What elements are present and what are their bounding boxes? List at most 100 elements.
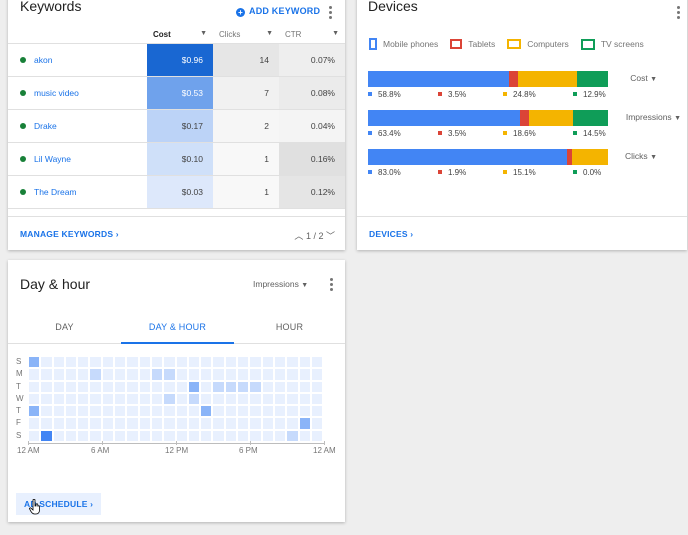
heatmap-cell[interactable] bbox=[273, 380, 287, 393]
heatmap-cell[interactable] bbox=[237, 380, 250, 393]
heatmap-cell[interactable] bbox=[200, 380, 213, 393]
heatmap-cell[interactable] bbox=[114, 356, 127, 369]
heatmap-cell[interactable] bbox=[28, 368, 41, 381]
heatmap-cell[interactable] bbox=[89, 429, 102, 443]
heatmap-cell[interactable] bbox=[64, 405, 78, 418]
heatmap-cell[interactable] bbox=[114, 368, 127, 381]
heatmap-cell[interactable] bbox=[212, 405, 225, 418]
heatmap-cell[interactable] bbox=[150, 368, 164, 381]
heatmap-cell[interactable] bbox=[89, 380, 102, 393]
heatmap-cell[interactable] bbox=[273, 405, 287, 418]
heatmap-cell[interactable] bbox=[138, 392, 151, 406]
heatmap-cell[interactable] bbox=[114, 380, 127, 393]
heatmap-cell[interactable] bbox=[150, 417, 164, 430]
heatmap-cell[interactable] bbox=[200, 392, 213, 406]
heatmap-cell[interactable] bbox=[286, 405, 299, 418]
heatmap-cell[interactable] bbox=[150, 380, 164, 393]
heatmap-cell[interactable] bbox=[101, 368, 115, 381]
heatmap-cell[interactable] bbox=[298, 417, 311, 430]
heatmap-cell[interactable] bbox=[249, 405, 262, 418]
heatmap-cell[interactable] bbox=[40, 380, 53, 393]
tab-day-hour[interactable]: DAY & HOUR bbox=[121, 322, 234, 332]
heatmap-cell[interactable] bbox=[273, 356, 287, 369]
table-row[interactable]: akon $0.96 14 0.07% bbox=[8, 43, 345, 77]
heatmap-cell[interactable] bbox=[126, 368, 139, 381]
keyword-cell[interactable]: Lil Wayne bbox=[8, 142, 147, 176]
heatmap-cell[interactable] bbox=[261, 405, 274, 418]
heatmap-cell[interactable] bbox=[64, 380, 78, 393]
heatmap-cell[interactable] bbox=[64, 392, 78, 406]
table-row[interactable]: The Dream $0.03 1 0.12% bbox=[8, 175, 345, 209]
heatmap-cell[interactable] bbox=[224, 392, 238, 406]
heatmap-cell[interactable] bbox=[249, 368, 262, 381]
heatmap-cell[interactable] bbox=[298, 380, 311, 393]
add-keyword-button[interactable]: + ADD KEYWORD bbox=[236, 6, 320, 17]
heatmap-cell[interactable] bbox=[52, 356, 65, 369]
chevron-up-icon[interactable]: ︿ bbox=[294, 231, 303, 241]
heatmap-cell[interactable] bbox=[52, 380, 65, 393]
heatmap-cell[interactable] bbox=[261, 368, 274, 381]
heatmap-cell[interactable] bbox=[200, 356, 213, 369]
heatmap-cell[interactable] bbox=[101, 405, 115, 418]
heatmap-cell[interactable] bbox=[40, 356, 53, 369]
heatmap-cell[interactable] bbox=[138, 368, 151, 381]
heatmap-cell[interactable] bbox=[150, 405, 164, 418]
heatmap-cell[interactable] bbox=[89, 392, 102, 406]
heatmap-cell[interactable] bbox=[40, 368, 53, 381]
heatmap-cell[interactable] bbox=[138, 380, 151, 393]
heatmap-cell[interactable] bbox=[101, 429, 115, 443]
heatmap-cell[interactable] bbox=[101, 417, 115, 430]
heatmap-cell[interactable] bbox=[101, 356, 115, 369]
heatmap-cell[interactable] bbox=[286, 356, 299, 369]
heatmap-cell[interactable] bbox=[163, 380, 176, 393]
keyword-cell[interactable]: music video bbox=[8, 76, 147, 110]
heatmap-cell[interactable] bbox=[126, 356, 139, 369]
heatmap-cell[interactable] bbox=[237, 417, 250, 430]
heatmap-cell[interactable] bbox=[89, 417, 102, 430]
device-metric-select[interactable]: Cost ▼ bbox=[630, 73, 657, 83]
heatmap-cell[interactable] bbox=[224, 405, 238, 418]
day-hour-more-icon[interactable] bbox=[330, 278, 334, 293]
heatmap-cell[interactable] bbox=[298, 356, 311, 369]
heatmap-cell[interactable] bbox=[175, 405, 188, 418]
heatmap-cell[interactable] bbox=[187, 392, 201, 406]
heatmap-cell[interactable] bbox=[298, 405, 311, 418]
heatmap-cell[interactable] bbox=[163, 417, 176, 430]
heatmap-cell[interactable] bbox=[138, 405, 151, 418]
heatmap-cell[interactable] bbox=[261, 356, 274, 369]
heatmap-cell[interactable] bbox=[249, 429, 262, 443]
devices-more-icon[interactable] bbox=[677, 6, 681, 21]
heatmap-cell[interactable] bbox=[212, 429, 225, 443]
heatmap-cell[interactable] bbox=[261, 417, 274, 430]
heatmap-cell[interactable] bbox=[163, 405, 176, 418]
heatmap-cell[interactable] bbox=[101, 392, 115, 406]
heatmap-cell[interactable] bbox=[138, 417, 151, 430]
heatmap-cell[interactable] bbox=[261, 392, 274, 406]
heatmap-cell[interactable] bbox=[64, 429, 78, 443]
heatmap-cell[interactable] bbox=[77, 368, 90, 381]
heatmap-cell[interactable] bbox=[310, 405, 324, 418]
heatmap-cell[interactable] bbox=[237, 356, 250, 369]
heatmap-cell[interactable] bbox=[52, 368, 65, 381]
heatmap-cell[interactable] bbox=[224, 368, 238, 381]
heatmap-cell[interactable] bbox=[126, 429, 139, 443]
tab-hour[interactable]: HOUR bbox=[234, 322, 345, 332]
heatmap-cell[interactable] bbox=[126, 380, 139, 393]
heatmap-cell[interactable] bbox=[28, 392, 41, 406]
heatmap-cell[interactable] bbox=[163, 392, 176, 406]
keyword-cell[interactable]: akon bbox=[8, 43, 147, 77]
manage-keywords-link[interactable]: MANAGE KEYWORDS › bbox=[20, 229, 119, 239]
heatmap-cell[interactable] bbox=[273, 368, 287, 381]
heatmap-cell[interactable] bbox=[163, 368, 176, 381]
heatmap-cell[interactable] bbox=[138, 356, 151, 369]
heatmap-cell[interactable] bbox=[52, 405, 65, 418]
heatmap-cell[interactable] bbox=[237, 368, 250, 381]
heatmap-cell[interactable] bbox=[249, 392, 262, 406]
heatmap-cell[interactable] bbox=[249, 380, 262, 393]
heatmap-cell[interactable] bbox=[310, 356, 324, 369]
device-metric-select[interactable]: Impressions ▼ bbox=[626, 112, 681, 122]
clicks-column-header[interactable]: Clicks ▼ bbox=[213, 27, 279, 44]
heatmap-cell[interactable] bbox=[89, 368, 102, 381]
heatmap-cell[interactable] bbox=[224, 429, 238, 443]
heatmap-cell[interactable] bbox=[273, 417, 287, 430]
